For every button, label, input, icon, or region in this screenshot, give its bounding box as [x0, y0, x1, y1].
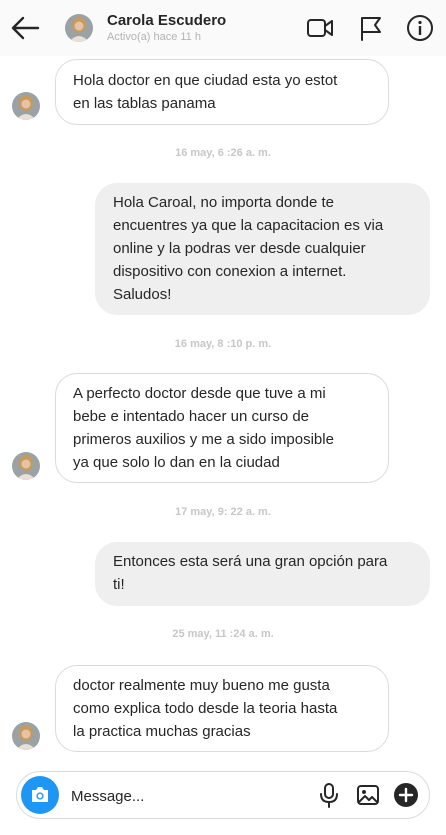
video-call-button[interactable]	[306, 14, 334, 42]
message-line: Saludos!	[113, 286, 172, 303]
message-line: Hola doctor en que ciudad esta yo estot	[73, 72, 338, 89]
contact-avatar-small[interactable]	[12, 92, 40, 120]
message-line: online y la podras ver desde cualquier	[113, 240, 366, 257]
message-line: ya que solo lo dan en la ciudad	[73, 454, 280, 471]
info-icon	[407, 15, 433, 41]
back-button[interactable]	[8, 12, 44, 44]
message-bubble-outgoing[interactable]: Hola Caroal, no importa donde te encuent…	[95, 183, 430, 315]
message-bubble-incoming[interactable]: A perfecto doctor desde que tuve a mi be…	[55, 373, 389, 483]
message-line: como explica todo desde la teoria hasta	[73, 700, 338, 717]
contact-avatar[interactable]	[65, 14, 93, 42]
message-line: bebe e intentado hacer un curso de	[73, 408, 310, 425]
message-line: la practica muchas gracias	[73, 723, 251, 740]
contact-name[interactable]: Carola Escudero	[107, 12, 226, 29]
info-button[interactable]	[406, 14, 434, 42]
more-options-button[interactable]	[393, 782, 419, 808]
report-button[interactable]	[357, 14, 385, 42]
contact-status: Activo(a) hace 11 h	[107, 31, 201, 43]
message-timestamp: 17 may, 9: 22 a. m.	[175, 506, 271, 518]
plus-icon	[394, 783, 418, 807]
flag-icon	[361, 17, 381, 41]
message-composer	[16, 771, 430, 819]
message-timestamp: 16 may, 6 :26 a. m.	[175, 147, 271, 159]
chat-header: Carola Escudero Activo(a) hace 11 h	[0, 0, 446, 56]
message-line: en las tablas panama	[73, 95, 216, 112]
microphone-icon	[320, 783, 338, 808]
back-arrow-icon	[11, 16, 40, 40]
message-timestamp: 25 may, 11 :24 a. m.	[172, 628, 274, 640]
message-line: Entonces esta será una gran opción para	[113, 553, 388, 570]
image-icon	[357, 785, 379, 805]
contact-avatar-small[interactable]	[12, 452, 40, 480]
voice-message-button[interactable]	[316, 782, 342, 808]
message-bubble-incoming[interactable]: Hola doctor en que ciudad esta yo estot …	[55, 59, 389, 125]
message-line: doctor realmente muy bueno me gusta	[73, 677, 330, 694]
video-call-icon	[307, 19, 333, 37]
message-line: A perfecto doctor desde que tuve a mi	[73, 385, 326, 402]
message-bubble-incoming[interactable]: doctor realmente muy bueno me gusta como…	[55, 665, 389, 752]
message-timestamp: 16 may, 8 :10 p. m.	[174, 338, 272, 350]
message-line: ti!	[113, 576, 125, 593]
message-line: encuentres ya que la capacitacion es via	[113, 217, 384, 234]
message-line: Hola Caroal, no importa donde te	[113, 194, 334, 211]
message-line: primeros auxilios y me a sido imposible	[73, 431, 334, 448]
message-bubble-outgoing[interactable]: Entonces esta será una gran opción para …	[95, 542, 430, 606]
message-input[interactable]	[71, 784, 311, 808]
contact-avatar-small[interactable]	[12, 722, 40, 750]
add-photo-button[interactable]	[355, 782, 381, 808]
camera-button[interactable]	[21, 776, 59, 814]
message-line: dispositivo con conexion a internet.	[113, 263, 347, 280]
camera-icon	[32, 787, 48, 802]
